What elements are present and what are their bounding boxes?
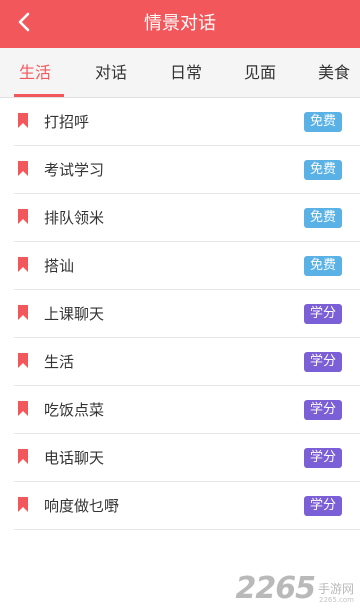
list-item[interactable]: 电话聊天 学分: [14, 434, 360, 482]
status-badge: 学分: [304, 496, 342, 516]
list-item[interactable]: 打招呼 免费: [14, 98, 360, 146]
status-badge: 学分: [304, 352, 342, 372]
list-item[interactable]: 上课聊天 学分: [14, 290, 360, 338]
status-badge: 免费: [304, 208, 342, 228]
list-item[interactable]: 考试学习 免费: [14, 146, 360, 194]
status-badge: 免费: [304, 160, 342, 180]
bookmark-icon: [18, 353, 28, 368]
top-bar: 情景对话: [0, 0, 360, 48]
status-badge: 免费: [304, 256, 342, 276]
bookmark-icon: [18, 497, 28, 512]
status-badge: 免费: [304, 112, 342, 132]
bookmark-icon: [18, 257, 28, 272]
watermark-number: 2265: [235, 570, 315, 606]
bookmark-icon: [18, 209, 28, 224]
list-item[interactable]: 吃饭点菜 学分: [14, 386, 360, 434]
tab-dialogue[interactable]: 对话: [95, 48, 127, 97]
bookmark-icon: [18, 113, 28, 128]
list-item-label: 打招呼: [44, 113, 90, 131]
tab-food[interactable]: 美食: [318, 48, 350, 97]
tab-meeting[interactable]: 见面: [244, 48, 276, 97]
tab-daily[interactable]: 日常: [170, 48, 202, 97]
list-item-label: 搭讪: [44, 257, 75, 275]
bookmark-icon: [18, 449, 28, 464]
list-item[interactable]: 响度做乜嘢 学分: [14, 482, 360, 530]
site-watermark: 2265 手游网 2265.com: [235, 568, 354, 608]
bookmark-icon: [18, 161, 28, 176]
bookmark-icon: [18, 305, 28, 320]
bookmark-icon: [18, 401, 28, 416]
list-item-label: 吃饭点菜: [44, 401, 105, 419]
status-badge: 学分: [304, 400, 342, 420]
category-tabs: 生活 对话 日常 见面 美食: [0, 48, 360, 98]
tab-life[interactable]: 生活: [19, 48, 51, 97]
status-badge: 学分: [304, 448, 342, 468]
list-item-label: 响度做乜嘢: [44, 497, 120, 515]
active-tab-indicator: [14, 94, 64, 97]
status-badge: 学分: [304, 304, 342, 324]
list-item-label: 电话聊天: [44, 449, 105, 467]
list-item[interactable]: 生活 学分: [14, 338, 360, 386]
watermark-text: 手游网: [317, 581, 354, 596]
watermark-url: 2265.com: [319, 596, 354, 604]
list-item[interactable]: 排队领米 免费: [14, 194, 360, 242]
list-item-label: 考试学习: [44, 161, 105, 179]
page-title: 情景对话: [144, 13, 216, 34]
list-item-label: 上课聊天: [44, 305, 105, 323]
list-item-label: 排队领米: [44, 209, 105, 227]
list-item[interactable]: 搭讪 免费: [14, 242, 360, 290]
list-item-label: 生活: [44, 353, 75, 371]
